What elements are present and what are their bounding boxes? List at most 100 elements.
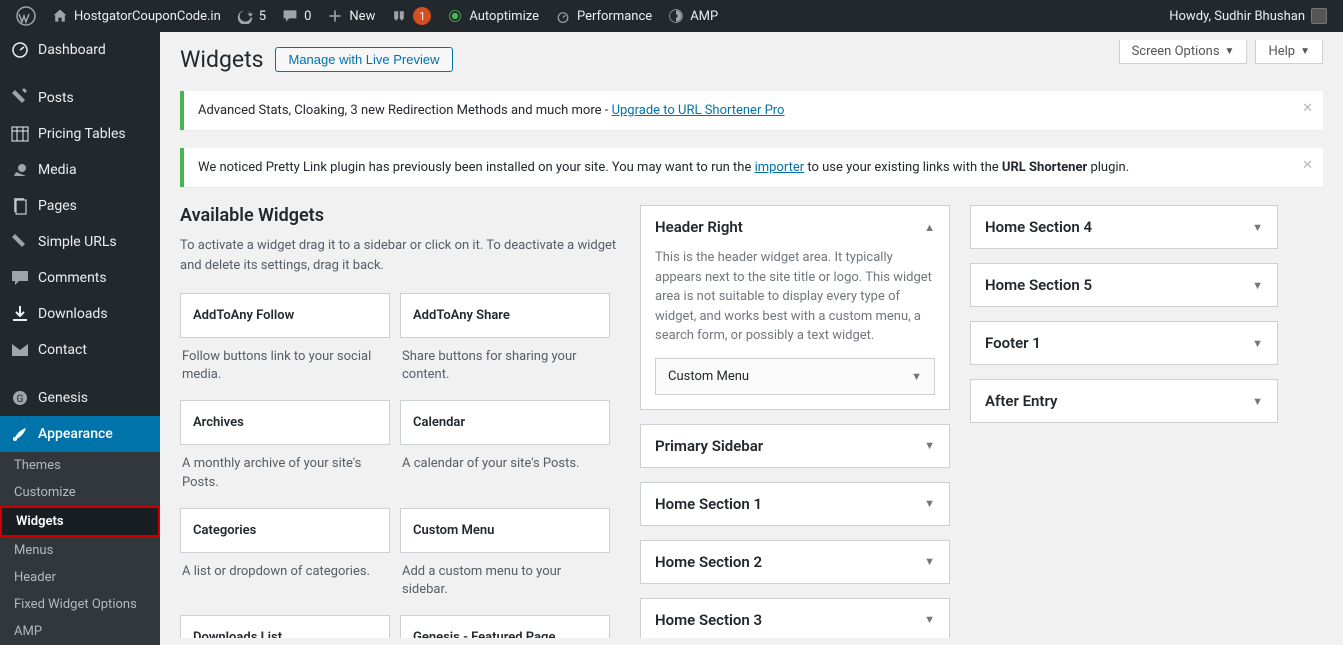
sidebar-item-dashboard[interactable]: Dashboard [0, 32, 160, 68]
widget-area-header[interactable]: Primary Sidebar▼ [641, 425, 949, 467]
widget-area-header[interactable]: After Entry▼ [971, 380, 1277, 422]
widget-area-header[interactable]: Home Section 3▼ [641, 599, 949, 639]
new-content[interactable]: New [319, 0, 383, 32]
sidebar-item-label: Downloads [38, 306, 108, 322]
sidebar-item-pages[interactable]: Pages [0, 188, 160, 224]
manage-live-preview-button[interactable]: Manage with Live Preview [275, 47, 452, 72]
notice-text: URL Shortener [1002, 160, 1087, 175]
available-widget[interactable]: Categories [180, 508, 390, 553]
widget-area: Home Section 4 ▼ [970, 205, 1278, 249]
widget-area-header[interactable]: Home Section 1 ▼ [641, 483, 949, 525]
sidebar-item-label: Pages [38, 198, 77, 214]
comments[interactable]: 0 [274, 0, 319, 32]
sidebar-item-posts[interactable]: Posts [0, 80, 160, 116]
wp-logo[interactable] [8, 0, 44, 32]
sidebar-item-label: Genesis [38, 390, 88, 406]
performance[interactable]: Performance [547, 0, 660, 32]
comments-count: 0 [304, 9, 311, 24]
ab-notification-badge: 1 [413, 7, 431, 25]
notice-importer: We noticed Pretty Link plugin has previo… [180, 148, 1323, 187]
chevron-down-icon: ▼ [1252, 279, 1263, 292]
sidebar-item-downloads[interactable]: Downloads [0, 296, 160, 332]
widget-area-header[interactable]: Home Section 4 ▼ [971, 206, 1277, 248]
autoptimize[interactable]: Autoptimize [439, 0, 547, 32]
widget-description: A calendar of your site's Posts. [400, 445, 610, 479]
performance-label: Performance [577, 9, 652, 24]
svg-text:G: G [17, 394, 24, 405]
widget-description: Share buttons for sharing your content. [400, 338, 610, 390]
chevron-down-icon: ▼ [924, 439, 935, 452]
sidebar-item-genesis[interactable]: G Genesis [0, 380, 160, 416]
widget-area-header[interactable]: Home Section 2▼ [641, 541, 949, 583]
chevron-down-icon: ▼ [924, 555, 935, 568]
submenu-fixed-widget[interactable]: Fixed Widget Options [0, 591, 160, 618]
notice-text: We noticed Pretty Link plugin has previo… [198, 160, 755, 175]
howdy[interactable]: Howdy, Sudhir Bhushan [1161, 0, 1335, 32]
widget-area: Footer 1▼ [970, 321, 1278, 365]
updates-count: 5 [259, 9, 266, 24]
widget-area-header[interactable]: Home Section 5 ▼ [971, 264, 1277, 306]
available-widget[interactable]: Downloads List [180, 615, 390, 638]
sidebar-item-appearance[interactable]: Appearance [0, 416, 160, 452]
placed-widget-title: Custom Menu [668, 369, 749, 384]
amp[interactable]: AMP [660, 0, 726, 32]
submenu-header[interactable]: Header [0, 564, 160, 591]
widget-title: AddToAny Follow [181, 294, 389, 337]
widget-areas-column-1: Header Right▲This is the header widget a… [640, 205, 950, 638]
dismiss-icon[interactable]: ✕ [1302, 101, 1313, 116]
notice-text: Advanced Stats, Cloaking, 3 new Redirect… [198, 103, 612, 118]
sidebar-item-label: Appearance [38, 426, 113, 442]
page-title: Widgets [180, 46, 263, 73]
widget-area-title: Home Section 3 [655, 611, 762, 629]
available-widget[interactable]: Genesis - Featured Page [400, 615, 610, 638]
sidebar-item-pricing-tables[interactable]: Pricing Tables [0, 116, 160, 152]
site-name-label: HostgatorCouponCode.in [74, 9, 221, 24]
placed-widget[interactable]: Custom Menu▼ [655, 358, 935, 395]
widget-title: Archives [181, 401, 389, 444]
available-widget[interactable]: AddToAny Follow [180, 293, 390, 338]
widget-title: Downloads List [181, 616, 389, 638]
widget-area-title: Home Section 4 [985, 218, 1092, 236]
amp-label: AMP [690, 9, 718, 24]
sidebar-item-contact[interactable]: Contact [0, 332, 160, 368]
available-widget[interactable]: Custom Menu [400, 508, 610, 553]
widget-area-title: Home Section 1 [655, 495, 762, 513]
updates[interactable]: 5 [229, 0, 274, 32]
widget-title: Custom Menu [401, 509, 609, 552]
ab-plugin-notification[interactable]: 1 [383, 0, 439, 32]
widget-title: Categories [181, 509, 389, 552]
submenu-amp[interactable]: AMP [0, 618, 160, 645]
submenu-customize[interactable]: Customize [0, 479, 160, 506]
sidebar-item-label: Comments [38, 270, 107, 286]
chevron-down-icon: ▼ [924, 497, 935, 510]
submenu-menus[interactable]: Menus [0, 537, 160, 564]
site-name[interactable]: HostgatorCouponCode.in [44, 0, 229, 32]
sidebar-item-simple-urls[interactable]: Simple URLs [0, 224, 160, 260]
sidebar-item-media[interactable]: Media [0, 152, 160, 188]
available-widget[interactable]: AddToAny Share [400, 293, 610, 338]
widget-area-header[interactable]: Footer 1▼ [971, 322, 1277, 364]
widget-area-header[interactable]: Header Right▲ [641, 206, 949, 248]
widget-area-title: Home Section 5 [985, 276, 1092, 294]
autoptimize-label: Autoptimize [469, 9, 539, 24]
widget-title: AddToAny Share [401, 294, 609, 337]
sidebar-item-label: Contact [38, 342, 87, 358]
widget-description: Follow buttons link to your social media… [180, 338, 390, 390]
chevron-down-icon: ▼ [1252, 221, 1263, 234]
dismiss-icon[interactable]: ✕ [1302, 158, 1313, 173]
admin-toolbar: HostgatorCouponCode.in 5 0 New 1 Autopti… [0, 0, 1343, 32]
available-widget[interactable]: Calendar [400, 400, 610, 445]
widget-area-title: Footer 1 [985, 334, 1041, 352]
widget-description: A list or dropdown of categories. [180, 553, 390, 587]
available-widgets-title: Available Widgets [180, 205, 620, 226]
widget-area: Header Right▲This is the header widget a… [640, 205, 950, 410]
widget-area: Home Section 5 ▼ [970, 263, 1278, 307]
appearance-submenu: Themes Customize Widgets Menus Header Fi… [0, 452, 160, 645]
submenu-widgets[interactable]: Widgets [0, 506, 160, 537]
importer-link[interactable]: importer [755, 160, 805, 175]
submenu-themes[interactable]: Themes [0, 452, 160, 479]
upgrade-link[interactable]: Upgrade to URL Shortener Pro [612, 103, 785, 118]
sidebar-item-comments[interactable]: Comments [0, 260, 160, 296]
available-widget[interactable]: Archives [180, 400, 390, 445]
new-label: New [349, 9, 375, 24]
